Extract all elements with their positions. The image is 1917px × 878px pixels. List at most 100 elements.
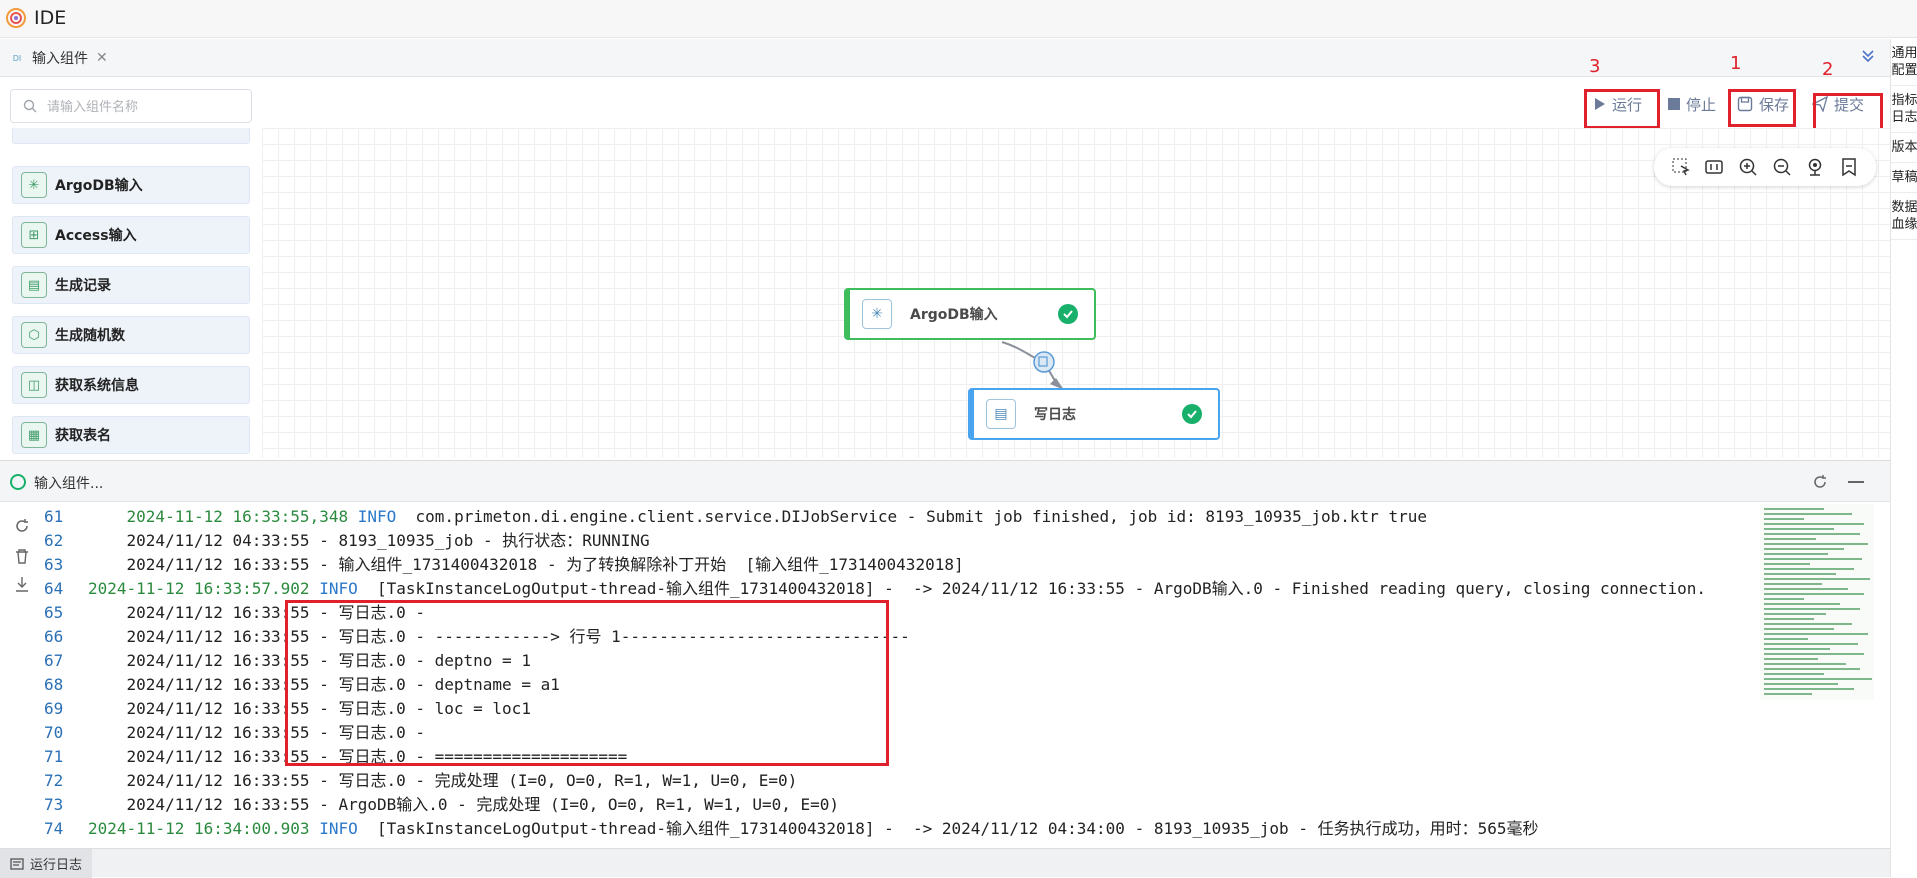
log-text: com.primeton.di.engine.client.service.DI… <box>396 507 1427 526</box>
sidebar-item-general-config[interactable]: 通用配置 <box>1891 39 1917 86</box>
line-number: 72 <box>44 771 64 790</box>
node-label: ArgoDB输入 <box>910 307 998 323</box>
flow-node-argodb-input[interactable]: ✳ ArgoDB输入 <box>844 288 1096 340</box>
annotation-number-save: 1 <box>1730 53 1742 74</box>
stop-icon <box>1668 98 1680 110</box>
close-icon[interactable]: ✕ <box>96 50 108 66</box>
table-icon: ▦ <box>21 422 47 448</box>
log-text: [TaskInstanceLogOutput-thread-输入组件_17314… <box>357 579 1707 598</box>
sysinfo-icon: ◫ <box>21 372 47 398</box>
log-timestamp: 2024-11-12 16:34:00.903 <box>88 819 310 838</box>
random-icon: ⬡ <box>21 322 47 348</box>
argodb-icon: ✳ <box>21 172 47 198</box>
success-check-icon <box>1058 304 1078 324</box>
component-item-get-table-names[interactable]: ▦ 获取表名 <box>12 416 250 454</box>
status-check-icon <box>10 474 26 490</box>
reload-icon[interactable] <box>14 518 30 534</box>
run-log-label: 运行日志 <box>30 858 83 873</box>
component-search[interactable] <box>10 89 252 123</box>
log-line: 63 2024/11/12 16:33:55 - 输入组件_1731400432… <box>44 553 964 577</box>
tab-bar: DI 输入组件 ✕ <box>0 39 1890 77</box>
tab-input-component[interactable]: DI 输入组件 ✕ <box>10 43 108 73</box>
app-logo-icon <box>6 8 26 28</box>
annotation-box-run <box>1584 89 1660 129</box>
zoom-in-icon[interactable] <box>1737 156 1759 178</box>
sidebar-item-version[interactable]: 版本 <box>1891 133 1917 163</box>
line-number: 65 <box>44 603 64 622</box>
log-text: [TaskInstanceLogOutput-thread-输入组件_17314… <box>357 819 1539 838</box>
line-number: 61 <box>44 507 64 526</box>
component-label: ArgoDB输入 <box>55 178 143 194</box>
node-label: 写日志 <box>1034 407 1076 423</box>
line-number: 73 <box>44 795 64 814</box>
records-icon: ▤ <box>21 272 47 298</box>
log-tools <box>0 502 44 848</box>
search-icon <box>23 99 37 113</box>
log-text: 2024/11/12 16:33:55 - 输入组件_1731400432018… <box>126 555 964 574</box>
download-icon[interactable] <box>14 576 30 592</box>
zoom-out-icon[interactable] <box>1771 156 1793 178</box>
line-number: 70 <box>44 723 64 742</box>
component-label: 生成记录 <box>55 278 111 294</box>
component-item-generate-random[interactable]: ⬡ 生成随机数 <box>12 316 250 354</box>
component-item-argodb-input[interactable]: ✳ ArgoDB输入 <box>12 166 250 204</box>
list-item[interactable] <box>12 128 250 144</box>
sidebar-item-metric-log[interactable]: 指标日志 <box>1891 86 1917 133</box>
annotation-number-submit: 2 <box>1822 59 1834 80</box>
tab-label: 输入组件 <box>32 51 88 67</box>
select-tool-icon[interactable] <box>1670 156 1692 178</box>
line-number: 67 <box>44 651 64 670</box>
line-number: 66 <box>44 627 64 646</box>
app-title: IDE <box>34 7 67 29</box>
right-sidebar: 通用配置 指标日志 版本 草稿 数据血缘 <box>1890 39 1917 877</box>
log-minimap[interactable] <box>1760 504 1874 700</box>
flow-canvas[interactable]: ✳ ArgoDB输入 ▤ 写日志 <box>262 128 1890 458</box>
flow-node-write-log[interactable]: ▤ 写日志 <box>968 388 1220 440</box>
component-item-system-info[interactable]: ◫ 获取系统信息 <box>12 366 250 404</box>
line-number: 74 <box>44 819 64 838</box>
line-number: 69 <box>44 699 64 718</box>
bottom-bar: 运行日志 <box>0 848 1890 878</box>
line-number: 63 <box>44 555 64 574</box>
annotation-box-log-output <box>285 600 889 766</box>
component-item-generate-records[interactable]: ▤ 生成记录 <box>12 266 250 304</box>
trash-icon[interactable] <box>14 548 30 564</box>
search-input[interactable] <box>45 96 243 118</box>
component-label: 生成随机数 <box>55 328 125 344</box>
log-line: 61 2024-11-12 16:33:55,348 INFO com.prim… <box>44 505 1427 529</box>
log-timestamp: 2024-11-12 16:33:57.902 <box>88 579 310 598</box>
refresh-icon[interactable] <box>1812 474 1828 490</box>
log-text: 2024/11/12 16:33:55 - ArgoDB输入.0 - 完成处理 … <box>126 795 840 814</box>
component-palette: ✳ ArgoDB输入 ⊞ Access输入 ▤ 生成记录 ⬡ 生成随机数 ◫ 获… <box>0 128 262 458</box>
title-bar: IDE <box>0 0 1917 38</box>
minimize-icon[interactable] <box>1848 481 1864 485</box>
line-number: 62 <box>44 531 64 550</box>
line-number: 71 <box>44 747 64 766</box>
sidebar-item-data-lineage[interactable]: 数据血缘 <box>1891 193 1917 240</box>
component-item-access-input[interactable]: ⊞ Access输入 <box>12 216 250 254</box>
locate-icon[interactable] <box>1804 156 1826 178</box>
canvas-zoom-toolbar <box>1654 148 1876 186</box>
line-number: 64 <box>44 579 64 598</box>
annotation-box-save <box>1728 89 1796 127</box>
log-panel-title: 输入组件... <box>34 476 104 492</box>
log-line: 64 2024-11-12 16:33:57.902 INFO [TaskInst… <box>44 577 1706 601</box>
sidebar-item-draft[interactable]: 草稿 <box>1891 163 1917 193</box>
log-text: 2024/11/12 04:33:55 - 8193_10935_job - 执… <box>126 531 650 550</box>
fit-view-icon[interactable] <box>1703 156 1725 178</box>
log-timestamp: 2024-11-12 16:33:55,348 <box>126 507 349 526</box>
argodb-icon: ✳ <box>862 299 892 329</box>
tab-run-log[interactable]: 运行日志 <box>0 849 93 878</box>
tab-badge: DI <box>12 53 22 63</box>
log-level: INFO <box>319 819 358 838</box>
log-level: INFO <box>357 507 397 526</box>
log-icon <box>10 857 24 870</box>
log-line: 74 2024-11-12 16:34:00.903 INFO [TaskInst… <box>44 817 1539 841</box>
bookmark-icon[interactable] <box>1838 156 1860 178</box>
stop-button[interactable]: 停止 <box>1668 89 1716 119</box>
log-line: 72 2024/11/12 16:33:55 - 写日志.0 - 完成处理 (I… <box>44 769 797 793</box>
double-chevron-down-icon[interactable] <box>1860 48 1876 64</box>
component-label: 获取表名 <box>55 428 111 444</box>
log-line: 73 2024/11/12 16:33:55 - ArgoDB输入.0 - 完成… <box>44 793 839 817</box>
log-line: 62 2024/11/12 04:33:55 - 8193_10935_job … <box>44 529 650 553</box>
